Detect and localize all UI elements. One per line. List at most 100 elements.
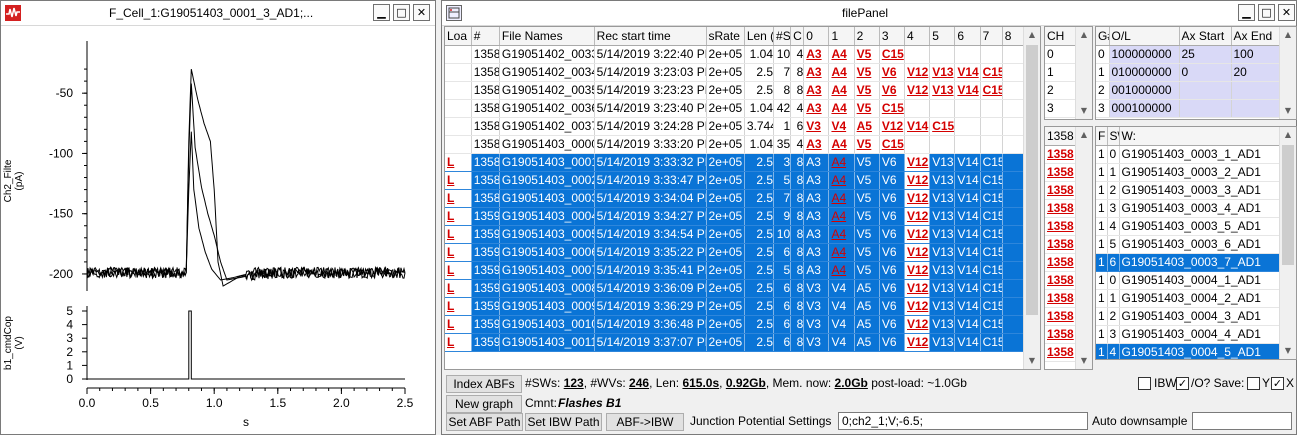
overlay-cell[interactable]: 0 (1179, 63, 1232, 82)
file-table-cell[interactable]: 6 (773, 243, 792, 262)
file-table-row[interactable]: 1358 G19051402_0036 5/14/2019 3:23:40 PM 2e… (445, 99, 1026, 118)
file-table-cell[interactable]: L (445, 225, 472, 244)
wave-row[interactable]: 1 1 G19051403_0004_2_AD1 (1096, 289, 1282, 308)
wave-cell[interactable]: G19051403_0004_5_AD1 (1119, 343, 1282, 359)
file-table-cell[interactable]: 5 (773, 171, 792, 190)
overlay-cell[interactable] (1231, 99, 1282, 118)
file-table-cell[interactable] (929, 45, 956, 64)
file-table-cell[interactable]: A3 (803, 81, 830, 100)
file-table-cell[interactable]: G19051403_0005 (499, 225, 595, 244)
file-table-cell[interactable]: 5/14/2019 3:36:48 PM (594, 315, 707, 334)
file-table-row[interactable]: L 1359 G19051403_0009 5/14/2019 3:36:29 PM 2… (445, 297, 1026, 316)
file-table-cell[interactable]: 5/14/2019 3:35:22 PM (594, 243, 707, 262)
file-table-cell[interactable]: C15 (879, 135, 906, 154)
file-table-cell[interactable]: 8 (790, 171, 805, 190)
file-table-cell[interactable]: 2e+05 (706, 243, 745, 262)
file-table-cell[interactable]: L (445, 279, 472, 298)
file-table-cell[interactable]: G19051403_0011 (499, 333, 595, 352)
overlay-cell[interactable]: 1 (1096, 63, 1110, 82)
file-table-cell[interactable]: V13 (929, 81, 956, 100)
wave-cell[interactable]: 6 (1107, 253, 1120, 272)
file-table-cell[interactable]: G19051403_0000 (499, 135, 595, 154)
file-table-row[interactable]: L 1358 G19051403_0002 5/14/2019 3:33:47 PM 2… (445, 171, 1026, 190)
file-table-cell[interactable]: 10 (773, 225, 792, 244)
file-table-cell[interactable] (954, 117, 981, 136)
file-table-cell[interactable] (904, 135, 931, 154)
file-table-row[interactable]: 1358 G19051403_0000 5/14/2019 3:33:20 PM 2e… (445, 135, 1026, 154)
file-table-cell[interactable]: C15 (980, 189, 1003, 208)
series-number-row[interactable]: 1358 (1045, 163, 1077, 182)
file-table-cell[interactable] (1002, 81, 1026, 100)
file-table-cell[interactable]: V14 (954, 333, 981, 352)
scroll-up-arrow-icon[interactable]: ▲ (1076, 127, 1092, 143)
file-table-cell[interactable]: 2e+05 (706, 315, 745, 334)
overlay-cell[interactable]: 001000000 (1109, 81, 1180, 100)
file-table-cell[interactable]: A3 (803, 99, 830, 118)
file-table-cell[interactable]: V13 (929, 171, 956, 190)
wave-row[interactable]: 1 1 G19051403_0003_2_AD1 (1096, 163, 1282, 182)
file-table-cell[interactable]: 6 (773, 279, 792, 298)
file-table-cell[interactable]: V12 (904, 225, 931, 244)
file-table-cell[interactable]: V12 (904, 243, 931, 262)
file-table-cell[interactable] (980, 117, 1003, 136)
file-table-cell[interactable]: A4 (828, 189, 855, 208)
file-table-cell[interactable] (1002, 243, 1026, 262)
set-abf-path-button[interactable]: Set ABF Path (446, 413, 523, 431)
junction-potential-field[interactable]: 0;ch2_1;V;-6.5; (838, 412, 1088, 430)
file-table-cell[interactable]: 3.744 (744, 117, 775, 136)
close-icon[interactable]: ✕ (413, 4, 430, 21)
file-table-cell[interactable] (1002, 279, 1026, 298)
file-table-cell[interactable]: 1359 (471, 297, 500, 316)
series-number-scrollbar[interactable]: ▲ ▼ (1075, 127, 1092, 369)
file-table-cell[interactable]: C15 (879, 45, 906, 64)
file-table-cell[interactable] (445, 63, 472, 82)
file-table-cell[interactable]: V14 (954, 189, 981, 208)
file-table-cell[interactable]: V5 (854, 189, 880, 208)
file-table-cell[interactable]: 5/14/2019 3:36:09 PM (594, 279, 707, 298)
file-table-cell[interactable]: 5/14/2019 3:34:04 PM (594, 189, 707, 208)
file-table-cell[interactable]: 2.5 (744, 297, 775, 316)
file-table-cell[interactable]: 2e+05 (706, 117, 745, 136)
file-table[interactable]: Loa # File Names Rec start time sRate Len (#S… (444, 26, 1041, 370)
file-table-header[interactable]: 5 (929, 27, 956, 46)
file-table-cell[interactable] (445, 99, 472, 118)
file-table-cell[interactable]: V5 (854, 153, 880, 172)
file-table-cell[interactable]: 1358 (471, 171, 500, 190)
file-table-cell[interactable]: 5/14/2019 3:23:23 PM (594, 81, 707, 100)
file-table-cell[interactable]: L (445, 297, 472, 316)
file-table-cell[interactable]: V12 (904, 81, 931, 100)
file-table-cell[interactable]: A3 (803, 135, 830, 154)
file-table-cell[interactable]: A4 (828, 81, 855, 100)
file-table-cell[interactable]: V3 (803, 117, 830, 136)
wave-row[interactable]: 1 5 G19051403_0003_6_AD1 (1096, 235, 1282, 254)
file-table-cell[interactable]: 1358 (471, 153, 500, 172)
file-table-cell[interactable]: A3 (803, 189, 830, 208)
channel-cell[interactable]: 3 (1045, 99, 1077, 118)
file-table-cell[interactable]: A3 (803, 153, 830, 172)
file-table-cell[interactable]: V6 (879, 207, 906, 226)
file-table-cell[interactable]: G19051403_0003 (499, 189, 595, 208)
file-table-cell[interactable]: 8 (790, 225, 805, 244)
graph-window-titlebar[interactable]: F_Cell_1:G19051403_0001_3_AD1;... ▁ □ ✕ (1, 1, 435, 26)
series-number-cell[interactable]: 1358 (1045, 289, 1077, 308)
file-table-cell[interactable]: V4 (828, 279, 855, 298)
file-table-cell[interactable]: 8 (790, 279, 805, 298)
file-table-cell[interactable] (1002, 261, 1026, 280)
file-table-cell[interactable]: V6 (879, 297, 906, 316)
file-table-row[interactable]: L 1358 G19051403_0001 5/14/2019 3:33:32 PM 2… (445, 153, 1026, 172)
comment-value[interactable]: Flashes B1 (558, 396, 621, 410)
file-table-cell[interactable]: V12 (879, 117, 906, 136)
wave-cell[interactable]: G19051403_0003_3_AD1 (1119, 181, 1282, 200)
file-table-cell[interactable]: 2e+05 (706, 63, 745, 82)
scroll-thumb[interactable] (1026, 45, 1038, 315)
file-table-cell[interactable]: A4 (828, 171, 855, 190)
file-table-cell[interactable] (904, 45, 931, 64)
file-table-cell[interactable]: 5/14/2019 3:35:41 PM (594, 261, 707, 280)
overlay-header[interactable]: Ax End (1231, 27, 1282, 46)
file-table-cell[interactable]: 8 (790, 333, 805, 352)
file-table-cell[interactable] (980, 45, 1003, 64)
file-table-cell[interactable]: 8 (790, 189, 805, 208)
file-table-cell[interactable]: L (445, 207, 472, 226)
overlay-cell[interactable]: 000100000 (1109, 99, 1180, 118)
file-table-cell[interactable]: V12 (904, 207, 931, 226)
